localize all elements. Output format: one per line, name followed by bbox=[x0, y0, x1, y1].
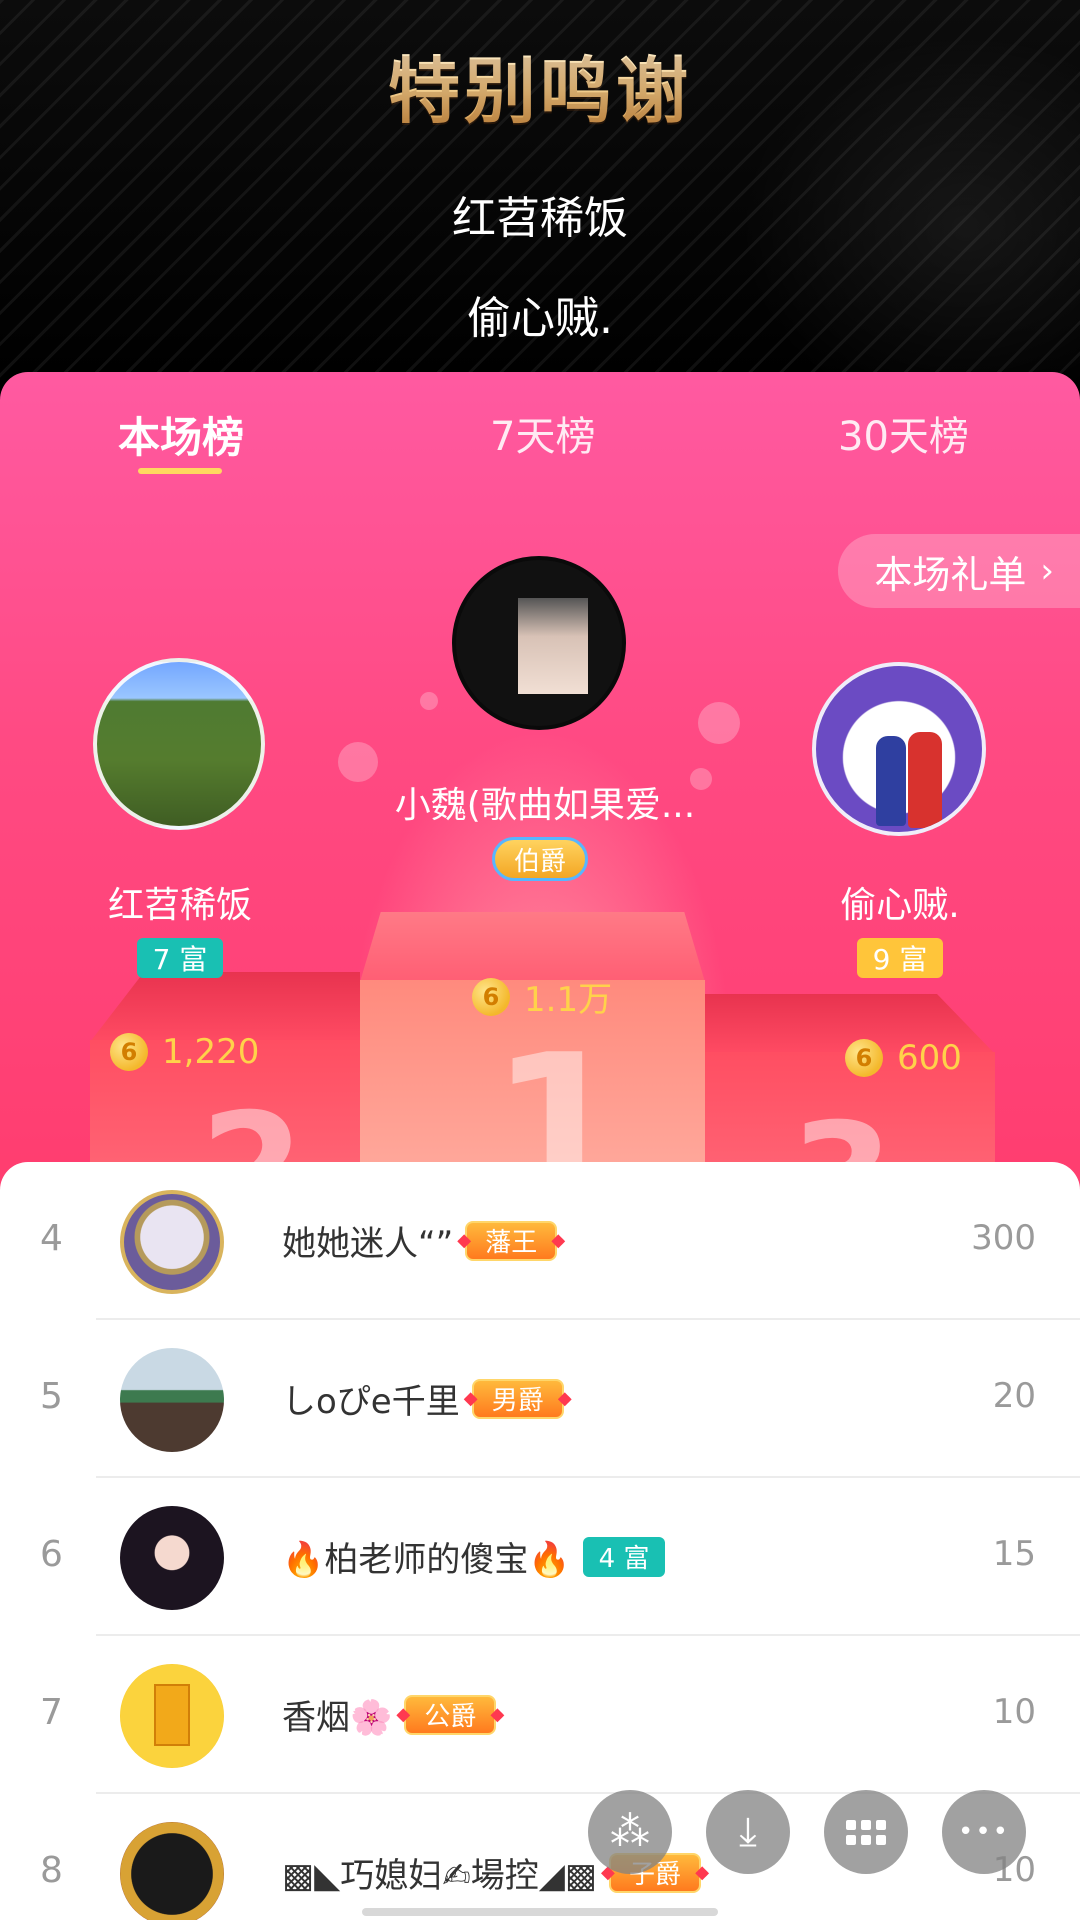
active-tab-underline bbox=[138, 468, 222, 474]
third-place-avatar[interactable] bbox=[812, 662, 986, 836]
ranking-tabs: 本场榜 7天榜 30天榜 bbox=[0, 372, 1080, 482]
first-place-score-value: 1.1万 bbox=[524, 980, 613, 1020]
user-name-line: 香烟🌸 公爵 bbox=[282, 1690, 504, 1739]
ranking-row[interactable]: 8 ▩◣巧媳妇✍場控◢▩ 子爵 10 bbox=[0, 1794, 1080, 1920]
portrait-image bbox=[518, 598, 588, 694]
second-place-name: 红苕稀饭 bbox=[107, 885, 252, 926]
bubble-decoration bbox=[698, 702, 740, 744]
third-place-score: 6 600 bbox=[845, 1038, 962, 1078]
user-score: 15 bbox=[992, 1534, 1036, 1574]
user-name-line: 她她迷人“” 藩王 bbox=[282, 1216, 565, 1265]
coin-icon: 6 bbox=[472, 977, 510, 1016]
tab-7-days[interactable]: 7天榜 bbox=[490, 404, 595, 462]
third-place-name: 偷心贼. bbox=[840, 885, 960, 926]
first-place-noble-badge: 伯爵 bbox=[492, 837, 588, 881]
user-avatar[interactable] bbox=[120, 1664, 224, 1768]
thanks-name-1: 红苕稀饭 bbox=[452, 193, 628, 244]
thanks-name-2: 偷心贼. bbox=[467, 293, 613, 344]
second-place-score: 6 1,220 bbox=[110, 1032, 259, 1072]
cigarette-box-image bbox=[154, 1684, 190, 1746]
first-place-score: 6 1.1万 bbox=[472, 972, 612, 1021]
more-icon: ••• bbox=[957, 1817, 1010, 1847]
user-avatar[interactable] bbox=[120, 1348, 224, 1452]
coin-icon: 6 bbox=[110, 1033, 148, 1071]
home-indicator bbox=[362, 1908, 718, 1916]
bubble-decoration bbox=[420, 692, 438, 710]
gift-list-button[interactable]: 本场礼单 › bbox=[838, 534, 1080, 608]
grid-icon bbox=[846, 1819, 886, 1845]
user-name: ▩◣巧媳妇✍場控◢▩ bbox=[282, 1856, 598, 1896]
noble-badge: 男爵 bbox=[464, 1378, 572, 1419]
download-button[interactable]: ⤓ bbox=[706, 1790, 790, 1874]
second-place-avatar[interactable] bbox=[93, 658, 265, 830]
ranking-row[interactable]: 7 香烟🌸 公爵 10 bbox=[0, 1636, 1080, 1794]
user-name: 她她迷人“” bbox=[282, 1224, 454, 1264]
user-avatar[interactable] bbox=[120, 1190, 224, 1294]
user-score: 20 bbox=[992, 1376, 1036, 1416]
noble-badge: 藩王 bbox=[457, 1220, 565, 1261]
second-place-score-value: 1,220 bbox=[162, 1032, 260, 1072]
ranking-panel: 本场榜 7天榜 30天榜 本场礼单 › 1 2 3 小魏(歌曲如果爱... 红苕… bbox=[0, 372, 1080, 1192]
third-place-wealth-badge: 9 富 bbox=[857, 938, 943, 978]
more-button[interactable]: ••• bbox=[942, 1790, 1026, 1874]
wealth-badge: 4 富 bbox=[582, 1536, 666, 1577]
noble-badge: 公爵 bbox=[396, 1694, 504, 1735]
download-icon: ⤓ bbox=[739, 1809, 757, 1855]
user-name: しoぴe千里 bbox=[282, 1382, 460, 1422]
user-name-line: しoぴe千里 男爵 bbox=[282, 1374, 572, 1423]
third-place-score-value: 600 bbox=[897, 1038, 962, 1078]
thanks-header: 特别鸣谢 红苕稀饭 偷心贼. bbox=[0, 0, 1080, 380]
tab-30-days[interactable]: 30天榜 bbox=[838, 404, 969, 462]
first-place-name: 小魏(歌曲如果爱... bbox=[394, 785, 696, 826]
share-button[interactable]: ⁂ bbox=[588, 1790, 672, 1874]
rank-number: 5 bbox=[40, 1376, 63, 1417]
ranking-row[interactable]: 5 しoぴe千里 男爵 20 bbox=[0, 1320, 1080, 1478]
rank-number: 6 bbox=[40, 1534, 63, 1575]
chevron-right-icon: › bbox=[1040, 551, 1054, 591]
rank-number: 8 bbox=[40, 1850, 63, 1891]
tab-this-show[interactable]: 本场榜 bbox=[118, 404, 244, 465]
ranking-list: 4 她她迷人“” 藩王 300 5 しoぴe千里 男爵 20 6 🔥柏老师的傻宝… bbox=[0, 1162, 1080, 1920]
second-place-wealth-badge: 7 富 bbox=[137, 938, 223, 978]
ranking-row[interactable]: 6 🔥柏老师的傻宝🔥 4 富 15 bbox=[0, 1478, 1080, 1636]
special-thanks-title: 特别鸣谢 bbox=[0, 32, 1080, 137]
apps-button[interactable] bbox=[824, 1790, 908, 1874]
user-score: 10 bbox=[992, 1692, 1036, 1732]
gift-list-label: 本场礼单 bbox=[874, 552, 1027, 597]
user-avatar[interactable] bbox=[120, 1822, 224, 1920]
coin-icon: 6 bbox=[845, 1039, 883, 1077]
figure-illustration bbox=[908, 732, 942, 828]
figure-illustration bbox=[876, 736, 906, 826]
user-avatar[interactable] bbox=[120, 1506, 224, 1610]
user-name: 🔥柏老师的傻宝🔥 bbox=[282, 1540, 571, 1580]
first-place-avatar[interactable] bbox=[452, 556, 626, 730]
bubble-decoration bbox=[338, 742, 378, 782]
user-name: 香烟🌸 bbox=[282, 1698, 393, 1738]
rank-number: 7 bbox=[40, 1692, 63, 1733]
user-name-line: 🔥柏老师的傻宝🔥 4 富 bbox=[282, 1532, 666, 1581]
ranking-row[interactable]: 4 她她迷人“” 藩王 300 bbox=[0, 1162, 1080, 1320]
rank-number: 4 bbox=[40, 1218, 63, 1259]
user-score: 300 bbox=[971, 1218, 1036, 1258]
share-icon: ⁂ bbox=[610, 1809, 650, 1855]
